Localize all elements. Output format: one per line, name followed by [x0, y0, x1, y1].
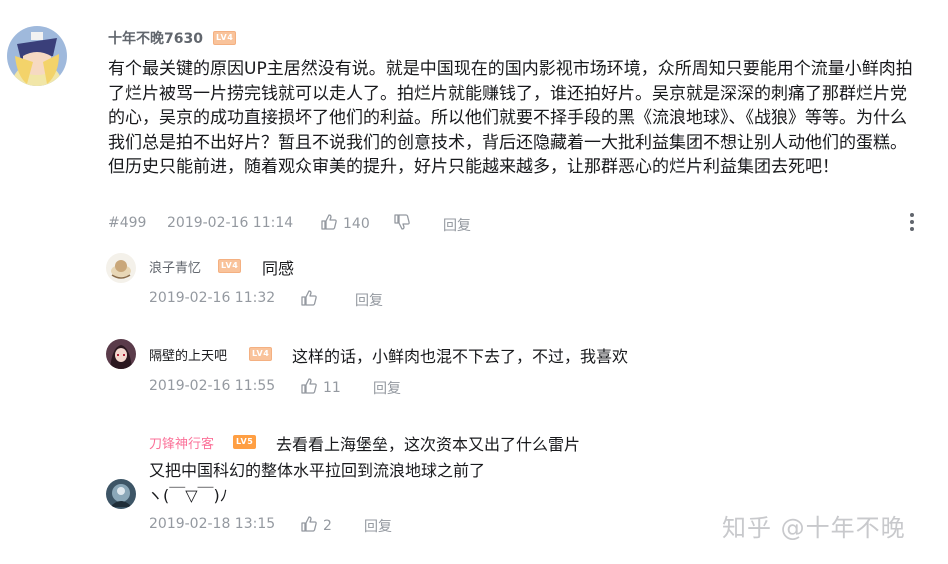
username[interactable]: 隔壁的上天吧 — [149, 345, 227, 364]
thumbs-up-icon — [300, 289, 318, 311]
reply-text: ヽ(￣▽￣)ﾉ — [147, 486, 228, 505]
level-badge: LV5 — [233, 435, 257, 449]
reply-button[interactable]: 回复 — [373, 378, 401, 398]
reply-text: 去看看上海堡垒，这次资本又出了什么雷片 — [276, 435, 581, 454]
like-count: 140 — [343, 216, 370, 232]
username[interactable]: 刀锋神行客 — [149, 433, 214, 452]
reply-button[interactable]: 回复 — [364, 516, 392, 536]
level-badge: LV4 — [218, 259, 242, 273]
username[interactable]: 浪子青忆 — [149, 257, 201, 276]
level-badge: LV4 — [249, 347, 273, 361]
avatar[interactable] — [106, 339, 136, 369]
thumbs-up-icon — [300, 515, 318, 537]
watermark: 知乎 @十年不晚 — [722, 514, 906, 542]
like-count: 11 — [323, 380, 341, 396]
username[interactable]: 十年不晚7630 — [108, 28, 203, 48]
reply-text: 这样的话，小鲜肉也混不下去了，不过，我喜欢 — [292, 347, 629, 366]
comment-time: 2019-02-16 11:14 — [167, 215, 294, 231]
reply-text: 同感 — [262, 259, 295, 278]
comment-time: 2019-02-16 11:32 — [149, 290, 276, 306]
like-button[interactable]: 2 — [300, 515, 332, 537]
avatar[interactable] — [106, 479, 136, 509]
comment-time: 2019-02-16 11:55 — [149, 378, 276, 394]
reply-text: 又把中国科幻的整体水平拉回到流浪地球之前了 — [149, 461, 486, 480]
reply-button[interactable]: 回复 — [443, 215, 471, 235]
comment-time: 2019-02-18 13:15 — [149, 516, 276, 532]
like-button[interactable] — [300, 289, 323, 311]
more-vertical-icon[interactable] — [909, 213, 915, 233]
like-button[interactable]: 11 — [300, 377, 341, 399]
dislike-button[interactable] — [393, 213, 411, 235]
floor-number: #499 — [108, 215, 147, 231]
thumbs-up-icon — [300, 377, 318, 399]
reply-button[interactable]: 回复 — [355, 290, 383, 310]
like-button[interactable]: 140 — [320, 213, 370, 235]
avatar[interactable] — [106, 253, 136, 283]
level-badge: LV4 — [213, 31, 237, 45]
thumbs-up-icon — [320, 213, 338, 235]
like-count: 2 — [323, 518, 332, 534]
comment-text: 有个最关键的原因UP主居然没有说。就是中国现在的国内影视市场环境，众所周知只要能… — [108, 59, 913, 177]
thumbs-down-icon — [393, 213, 411, 235]
avatar[interactable] — [7, 26, 67, 86]
